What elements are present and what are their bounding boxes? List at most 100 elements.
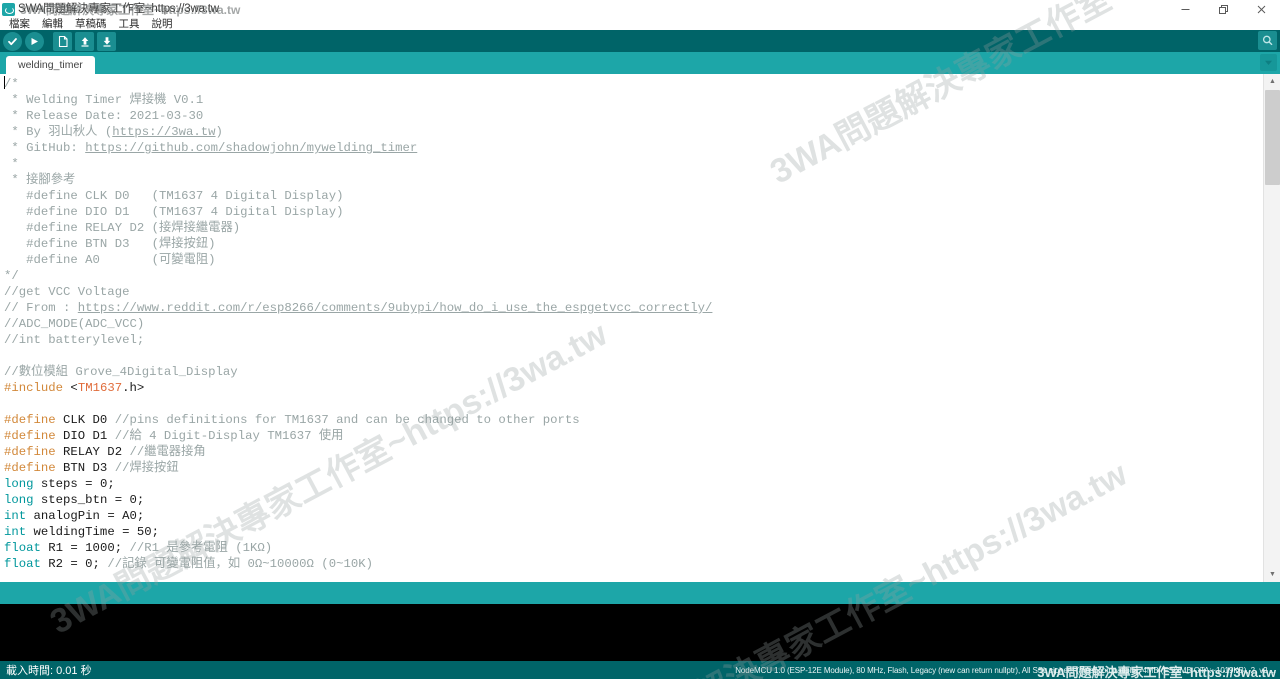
- code-token: //get VCC Voltage: [4, 285, 130, 299]
- code-token: * By 羽山秋人 (: [4, 125, 113, 139]
- code-token: float: [4, 541, 41, 555]
- code-line: int weldingTime = 50;: [4, 524, 1262, 540]
- code-line: #define CLK D0 (TM1637 4 Digital Display…: [4, 188, 1262, 204]
- code-token[interactable]: https://3wa.tw: [112, 125, 215, 139]
- code-line: //數位模組 Grove_4Digital_Display: [4, 364, 1262, 380]
- menu-edit[interactable]: 編輯: [36, 18, 69, 30]
- magnifier-icon: [1262, 35, 1273, 46]
- code-token: //R1 是參考電阻 (1KΩ): [129, 541, 273, 555]
- code-line: #define DIO D1 (TM1637 4 Digital Display…: [4, 204, 1262, 220]
- code-token[interactable]: https://github.com/shadowjohn/mywelding_…: [85, 141, 417, 155]
- tab-welding-timer[interactable]: welding_timer: [6, 56, 95, 74]
- open-sketch-button[interactable]: [75, 31, 94, 51]
- code-token: #define A0 (可變電阻): [4, 253, 216, 267]
- code-token: * 接腳參考: [4, 173, 76, 187]
- code-token: analogPin = A0;: [26, 509, 145, 523]
- editor-vertical-scrollbar[interactable]: ▲ ▼: [1263, 74, 1280, 582]
- code-token: * GitHub:: [4, 141, 86, 155]
- code-token: int: [4, 509, 27, 523]
- code-line: long steps_btn = 0;: [4, 492, 1262, 508]
- close-icon[interactable]: [1242, 0, 1280, 18]
- code-token: DIO D1: [55, 429, 115, 443]
- new-file-icon: [58, 35, 68, 47]
- code-line: float R2 = 0; //記錄 可變電阻值，如 0Ω~10000Ω (0~…: [4, 556, 1262, 572]
- title-bar: SWA問題解決專家工作室~https://3wa.tw 3WA問題解決專家工作室…: [0, 0, 1280, 18]
- window-title: SWA問題解決專家工作室~https://3wa.tw: [18, 3, 219, 15]
- code-token: */: [4, 269, 19, 283]
- menu-bar: 檔案 編輯 草稿碼 工具 說明: [0, 18, 1280, 30]
- code-token[interactable]: https://www.reddit.com/r/esp8266/comment…: [78, 301, 713, 315]
- code-line: * Release Date: 2021-03-30: [4, 108, 1262, 124]
- code-line: #define DIO D1 //給 4 Digit-Display TM163…: [4, 428, 1262, 444]
- code-line: #define RELAY D2 (接焊接繼電器): [4, 220, 1262, 236]
- code-line: //get VCC Voltage: [4, 284, 1262, 300]
- code-token: CLK D0: [55, 413, 115, 427]
- code-token: //pins definitions for TM1637 and can be…: [114, 413, 580, 427]
- code-line: //ADC_MODE(ADC_VCC): [4, 316, 1262, 332]
- menu-tools[interactable]: 工具: [113, 18, 146, 30]
- code-line: int analogPin = A0;: [4, 508, 1262, 524]
- code-token: weldingTime = 50;: [26, 525, 159, 539]
- code-line: */: [4, 268, 1262, 284]
- code-token: //int batterylevel;: [4, 333, 145, 347]
- status-bar: 載入時間: 0.01 秒 NodeMCU 1.0 (ESP-12E Module…: [0, 661, 1280, 679]
- code-token: //繼電器接角: [129, 445, 206, 459]
- scrollbar-thumb[interactable]: [1265, 90, 1280, 185]
- code-token: R1 = 1000;: [40, 541, 130, 555]
- upload-button[interactable]: [25, 31, 44, 51]
- console-header-bar: [0, 582, 1280, 604]
- code-token: long: [4, 493, 34, 507]
- code-token: #define: [4, 445, 56, 459]
- code-line: #define RELAY D2 //繼電器接角: [4, 444, 1262, 460]
- code-line: * 接腳參考: [4, 172, 1262, 188]
- serial-monitor-button[interactable]: [1258, 31, 1277, 50]
- code-token: float: [4, 557, 41, 571]
- code-token: #define RELAY D2 (接焊接繼電器): [4, 221, 241, 235]
- arduino-icon: [2, 2, 15, 16]
- window-controls: [1166, 0, 1280, 18]
- tab-bar: welding_timer: [0, 52, 1280, 74]
- restore-icon[interactable]: [1204, 0, 1242, 18]
- scroll-down-arrow-icon[interactable]: ▼: [1264, 567, 1280, 582]
- code-editor[interactable]: /* * Welding Timer 焊接機 V0.1 * Release Da…: [0, 74, 1262, 582]
- code-line: #define A0 (可變電阻): [4, 252, 1262, 268]
- scroll-up-arrow-icon[interactable]: ▲: [1264, 74, 1280, 89]
- save-sketch-button[interactable]: [97, 31, 116, 51]
- arrow-up-icon: [81, 36, 88, 47]
- code-token: int: [4, 525, 27, 539]
- tab-label: welding_timer: [18, 59, 83, 71]
- code-token: TM1637: [77, 381, 123, 395]
- menu-sketch[interactable]: 草稿碼: [69, 18, 113, 30]
- code-token: #define: [4, 429, 56, 443]
- code-token: * Welding Timer 焊接機 V0.1: [4, 93, 204, 107]
- status-board-info: NodeMCU 1.0 (ESP-12E Module), 80 MHz, Fl…: [735, 665, 1276, 675]
- toolbar: [0, 30, 1280, 52]
- code-token: //ADC_MODE(ADC_VCC): [4, 317, 145, 331]
- code-editor-area[interactable]: /* * Welding Timer 焊接機 V0.1 * Release Da…: [0, 74, 1280, 582]
- code-token: //給 4 Digit-Display TM1637 使用: [114, 429, 344, 443]
- code-token: <: [70, 381, 78, 395]
- code-token: #define DIO D1 (TM1637 4 Digital Display…: [4, 205, 344, 219]
- code-line: #define BTN D3 //焊接按鈕: [4, 460, 1262, 476]
- menu-help[interactable]: 說明: [146, 18, 179, 30]
- arrow-right-icon: [31, 37, 38, 45]
- code-line: *: [4, 156, 1262, 172]
- code-token: .h>: [122, 381, 145, 395]
- code-line: #define CLK D0 //pins definitions for TM…: [4, 412, 1262, 428]
- verify-button[interactable]: [3, 31, 22, 51]
- check-icon: [8, 37, 17, 45]
- code-token: * Release Date: 2021-03-30: [4, 109, 204, 123]
- minimize-icon[interactable]: [1166, 0, 1204, 18]
- code-token: // From :: [4, 301, 78, 315]
- code-line: ​: [4, 348, 1262, 364]
- code-line: long steps = 0;: [4, 476, 1262, 492]
- code-line: * GitHub: https://github.com/shadowjohn/…: [4, 140, 1262, 156]
- code-token: #define BTN D3 (焊接按鈕): [4, 237, 216, 251]
- tab-menu-button[interactable]: [1260, 54, 1277, 71]
- arrow-down-icon: [103, 36, 110, 47]
- code-token: BTN D3: [55, 461, 115, 475]
- new-sketch-button[interactable]: [53, 31, 72, 51]
- menu-file[interactable]: 檔案: [3, 18, 36, 30]
- code-token: long: [4, 477, 34, 491]
- code-line: * By 羽山秋人 (https://3wa.tw): [4, 124, 1262, 140]
